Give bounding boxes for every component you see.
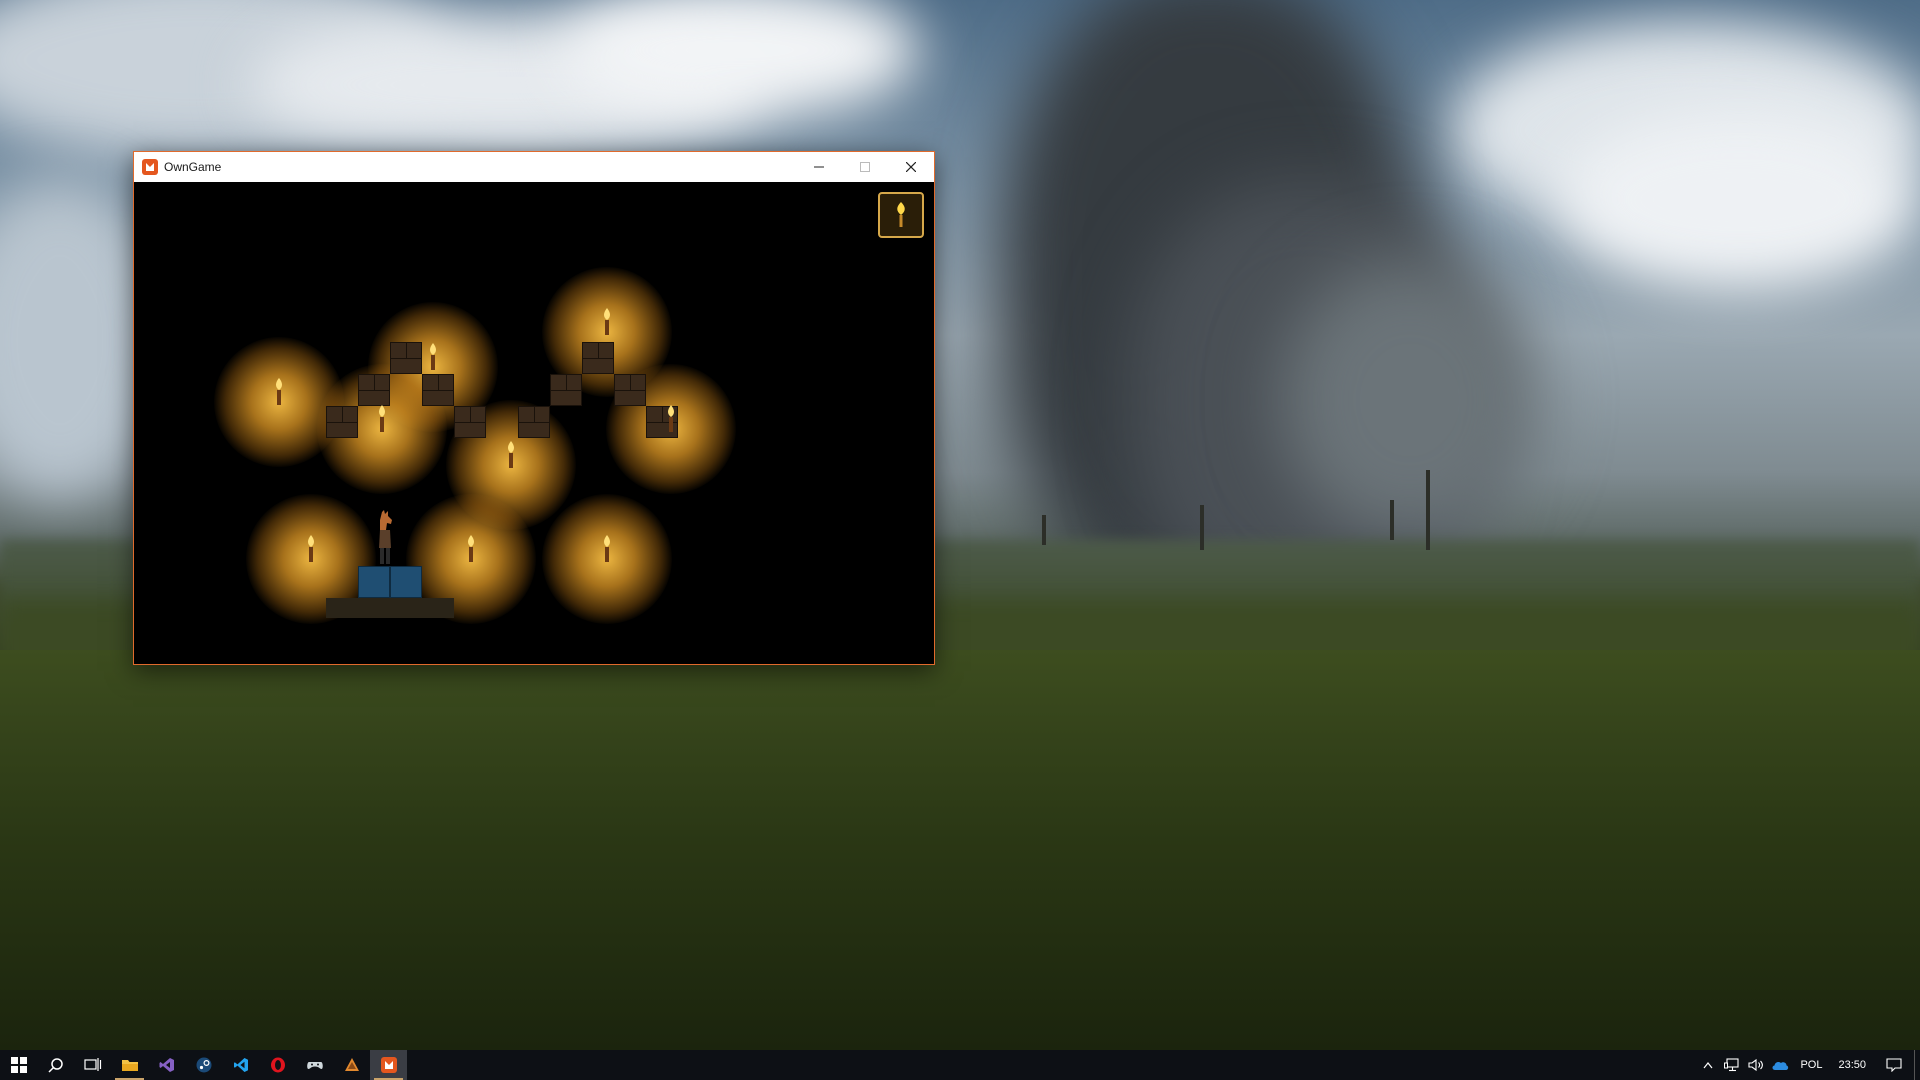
speaker-icon	[1748, 1058, 1764, 1072]
inventory-torch-slot[interactable]	[878, 192, 924, 238]
maximize-icon	[860, 162, 870, 172]
notifications-icon	[1886, 1058, 1902, 1072]
pedestal-block	[390, 566, 422, 598]
game-viewport[interactable]	[134, 182, 934, 664]
unity-icon	[344, 1058, 359, 1071]
brick-block	[326, 406, 358, 438]
taskbar-app-vs-code[interactable]	[222, 1050, 259, 1080]
brick-block	[454, 406, 486, 438]
brick-block	[550, 374, 582, 406]
brick-block	[422, 374, 454, 406]
taskbar-app-file-explorer[interactable]	[111, 1050, 148, 1080]
ground-block	[422, 598, 454, 618]
maximize-button[interactable]	[842, 152, 888, 182]
taskbar-clock[interactable]: 23:50	[1830, 1059, 1874, 1071]
steam-icon	[196, 1057, 211, 1073]
ground-block	[390, 598, 422, 618]
taskbar: POL 23:50	[0, 1050, 1920, 1080]
window-titlebar[interactable]: OwnGame	[134, 152, 934, 182]
close-button[interactable]	[888, 152, 934, 182]
visual-studio-icon	[159, 1058, 174, 1072]
torch-icon	[276, 378, 282, 405]
window-title: OwnGame	[164, 160, 222, 174]
taskbar-app-visual-studio[interactable]	[148, 1050, 185, 1080]
volume-button[interactable]	[1744, 1050, 1768, 1080]
close-icon	[906, 162, 916, 172]
torch-icon	[668, 405, 674, 432]
brick-block	[358, 374, 390, 406]
file-explorer-icon	[121, 1060, 138, 1071]
network-icon	[1724, 1058, 1740, 1072]
torch-icon	[508, 441, 514, 468]
pedestal-block	[358, 566, 390, 598]
onedrive-cloud-icon	[1772, 1061, 1789, 1070]
brick-block	[614, 374, 646, 406]
torch-icon	[379, 405, 385, 432]
minimize-icon	[814, 166, 824, 168]
brick-block	[390, 342, 422, 374]
show-hidden-icons-button[interactable]	[1696, 1050, 1720, 1080]
vs-code-icon	[233, 1058, 248, 1072]
search-button[interactable]	[37, 1050, 74, 1080]
search-icon	[47, 1058, 63, 1073]
brick-block	[518, 406, 550, 438]
ground-block	[326, 598, 358, 618]
network-button[interactable]	[1720, 1050, 1744, 1080]
torch-icon	[604, 535, 610, 562]
monogame-icon	[380, 1057, 397, 1073]
action-center-button[interactable]	[1874, 1050, 1914, 1080]
taskbar-app-owngame[interactable]	[370, 1050, 407, 1080]
onedrive-button[interactable]	[1768, 1050, 1792, 1080]
game-launcher-icon	[306, 1062, 323, 1069]
torch-icon	[604, 308, 610, 335]
torch-icon	[430, 343, 436, 370]
chevron-up-icon	[1703, 1062, 1713, 1069]
opera-icon	[270, 1057, 285, 1073]
monogame-app-icon	[142, 159, 158, 175]
taskbar-app-opera[interactable]	[259, 1050, 296, 1080]
task-view-icon	[83, 1058, 101, 1071]
taskbar-app-steam[interactable]	[185, 1050, 222, 1080]
system-tray: POL 23:50	[1696, 1050, 1920, 1080]
ground-block	[358, 598, 390, 618]
show-desktop-button[interactable]	[1914, 1050, 1920, 1080]
player-character	[379, 510, 392, 564]
torch-icon	[468, 535, 474, 562]
input-language-indicator[interactable]: POL	[1792, 1059, 1830, 1071]
brick-block	[582, 342, 614, 374]
taskbar-app-game-launcher[interactable]	[296, 1050, 333, 1080]
windows-logo-icon	[10, 1057, 27, 1073]
task-view-button[interactable]	[74, 1050, 111, 1080]
start-button[interactable]	[0, 1050, 37, 1080]
torch-icon	[897, 202, 905, 227]
minimize-button[interactable]	[796, 152, 842, 182]
taskbar-app-unity[interactable]	[333, 1050, 370, 1080]
app-window: OwnGame	[133, 151, 935, 665]
torch-icon	[308, 535, 314, 562]
